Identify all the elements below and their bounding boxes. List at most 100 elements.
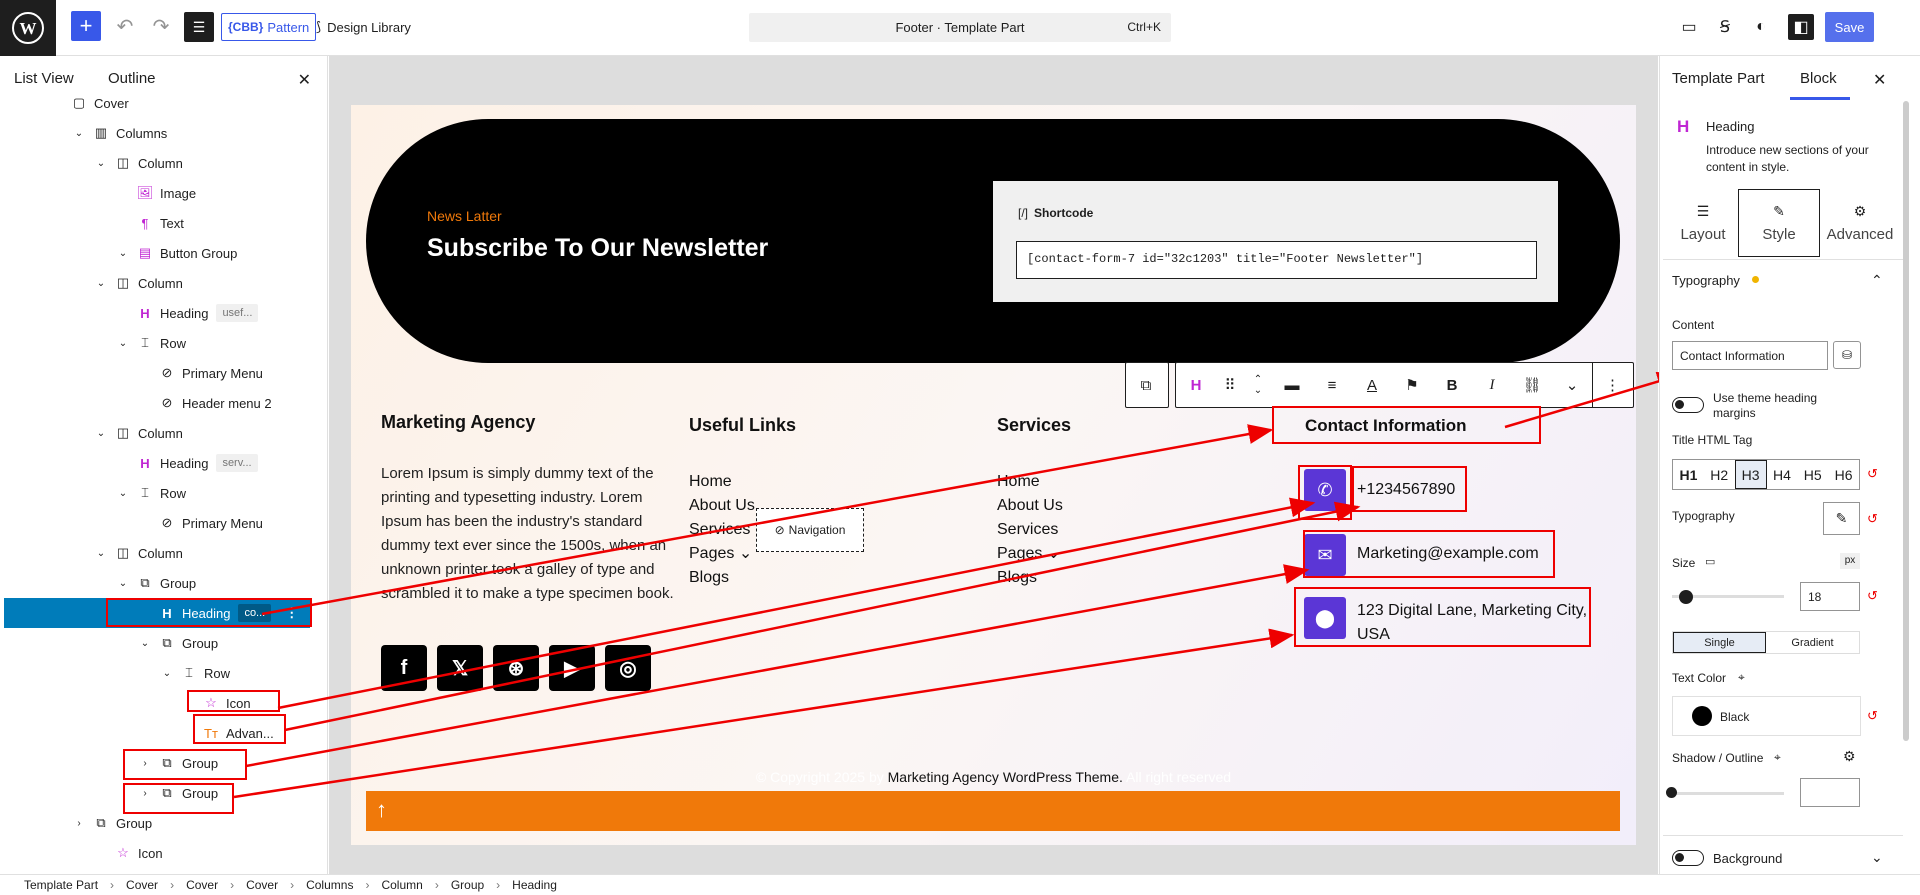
tree-item[interactable]: ☆ Icon (182, 688, 250, 718)
chevron-icon[interactable]: ⌄ (94, 158, 108, 169)
tag-h2[interactable]: H2 (1704, 460, 1735, 489)
breadcrumb-item[interactable]: Columns (306, 878, 353, 892)
chevron-icon[interactable]: › (138, 788, 152, 799)
shadow-slider-thumb[interactable] (1666, 787, 1677, 798)
mode-gradient[interactable]: Gradient (1766, 632, 1859, 653)
email-text[interactable]: Marketing@example.com (1357, 545, 1539, 563)
panel-scrollbar[interactable] (1903, 101, 1909, 741)
tab-template-part[interactable]: Template Part (1672, 70, 1765, 87)
breadcrumb-item[interactable]: Cover (246, 878, 278, 892)
phone-text[interactable]: +1234567890 (1357, 481, 1455, 499)
text-align-icon[interactable]: ≡ (1312, 363, 1352, 407)
save-button[interactable]: Save (1825, 12, 1874, 42)
parent-select-button[interactable]: ⧉ (1125, 362, 1169, 408)
tree-item[interactable]: ⌄ ⧉ Group (116, 568, 196, 598)
shortcode-input[interactable]: [contact-form-7 id="32c1203" title="Foot… (1016, 241, 1537, 279)
tree-item[interactable]: ⌄ ⌶ Row (160, 658, 230, 688)
x-twitter-icon[interactable]: 𝕏 (437, 645, 483, 691)
unit-selector[interactable]: px (1840, 553, 1860, 569)
breadcrumb-item[interactable]: Cover (186, 878, 218, 892)
location-pin-icon[interactable]: ⬤ (1304, 597, 1346, 639)
flag-icon[interactable]: ⚑ (1392, 363, 1432, 407)
phone-icon[interactable]: ✆ (1304, 469, 1346, 511)
tree-item[interactable]: Tт Advan... (182, 718, 274, 748)
tab-outline[interactable]: Outline (108, 70, 156, 87)
chevron-icon[interactable]: ⌄ (138, 638, 152, 649)
tag-h1[interactable]: H1 (1673, 460, 1704, 489)
col1-text[interactable]: Lorem Ipsum is simply dummy text of the … (381, 462, 681, 606)
tree-item[interactable]: ▢ Cover (50, 88, 129, 118)
address-text[interactable]: 123 Digital Lane, Marketing City, USA (1357, 599, 1597, 647)
chevron-icon[interactable]: ⌄ (94, 428, 108, 439)
tree-item[interactable]: › ⧉ Group (138, 778, 218, 808)
italic-icon[interactable]: I (1472, 363, 1512, 407)
size-slider-thumb[interactable] (1679, 590, 1693, 604)
tag-h4[interactable]: H4 (1767, 460, 1798, 489)
tab-list-view[interactable]: List View (14, 70, 74, 87)
tag-h3[interactable]: H3 (1734, 460, 1767, 489)
tab-block[interactable]: Block (1800, 70, 1837, 87)
settings-sidebar-icon[interactable]: ◧ (1788, 14, 1814, 40)
document-title-bar[interactable]: Footer · Template Part Ctrl+K (749, 13, 1171, 42)
align-wide-icon[interactable]: ▬ (1272, 363, 1312, 407)
chevron-icon[interactable]: ⌄ (116, 578, 130, 589)
tree-item[interactable]: ⌄ ⧉ Group (138, 628, 218, 658)
tree-item[interactable]: ⌄ ◫ Column (94, 148, 183, 178)
preview-device-icon[interactable]: ▭ (1676, 14, 1702, 40)
reset-icon[interactable]: ↺ (1867, 588, 1878, 604)
back-to-top-bar[interactable] (366, 791, 1620, 831)
services-menu[interactable]: Home About Us Services Pages ⌄ Blogs (997, 470, 1063, 590)
youtube-icon[interactable]: ▶ (549, 645, 595, 691)
tab-advanced[interactable]: ⚙ Advanced (1820, 189, 1900, 257)
tree-item[interactable]: ¶ Text (116, 208, 184, 238)
tree-item[interactable]: ⊘ Primary Menu (138, 508, 263, 538)
arrow-up-icon[interactable]: ↑ (376, 797, 387, 823)
tree-item[interactable]: H Heading co... ⋮ (138, 598, 298, 628)
options-menu-icon[interactable]: ⋮ (1592, 363, 1632, 407)
chevron-up-icon[interactable]: ⌃ (1871, 272, 1883, 289)
menu-link[interactable]: Pages ⌄ (689, 542, 755, 566)
copyright-link[interactable]: Marketing Agency WordPress Theme. (888, 769, 1123, 785)
mode-single[interactable]: Single (1673, 632, 1767, 653)
chevron-icon[interactable]: ⌄ (72, 128, 86, 139)
tree-item[interactable]: ⊘ Primary Menu (138, 358, 263, 388)
breadcrumb-item[interactable]: Group (451, 878, 484, 892)
add-block-button[interactable]: + (71, 11, 101, 41)
style-contrast-icon[interactable]: ◐ (1748, 14, 1774, 40)
chevron-icon[interactable]: ⌄ (94, 548, 108, 559)
menu-link[interactable]: About Us (689, 494, 755, 518)
chevron-icon[interactable]: › (72, 818, 86, 829)
tag-h5[interactable]: H5 (1797, 460, 1828, 489)
tree-item[interactable]: › ⧉ Group (72, 808, 152, 838)
drag-handle-icon[interactable]: ⠿ (1216, 363, 1244, 407)
move-up-down-icon[interactable]: ⌃ ⌄ (1244, 363, 1272, 407)
gear-icon[interactable]: ⚙ (1843, 748, 1856, 765)
tree-item[interactable]: ⌄ ▤ Button Group (116, 238, 238, 268)
background-toggle[interactable] (1672, 850, 1704, 866)
col2-heading[interactable]: Useful Links (689, 415, 796, 436)
newsletter-title[interactable]: Subscribe To Our Newsletter (427, 234, 768, 263)
copyright-text[interactable]: © Copyright 2025 by Marketing Agency Wor… (351, 769, 1636, 785)
mail-icon[interactable]: ✉ (1304, 534, 1346, 576)
tab-layout[interactable]: ☰ Layout (1668, 189, 1738, 257)
breadcrumb-item[interactable]: Template Part (24, 878, 98, 892)
tree-item[interactable]: H Heading serv... (116, 448, 258, 478)
reset-icon[interactable]: ↺ (1867, 708, 1878, 724)
bold-icon[interactable]: B (1432, 363, 1472, 407)
more-formats-chevron-down-icon[interactable]: ⌄ (1552, 363, 1592, 407)
menu-link[interactable]: Blogs (689, 566, 755, 590)
contact-heading[interactable]: Contact Information (1305, 416, 1467, 436)
wordpress-logo-icon[interactable]: W (0, 0, 56, 56)
instagram-icon[interactable]: ◎ (605, 645, 651, 691)
tree-item[interactable]: ⌄ ◫ Column (94, 538, 183, 568)
theme-margins-toggle[interactable] (1672, 397, 1704, 413)
reset-icon[interactable]: ↺ (1867, 466, 1878, 482)
desktop-device-icon[interactable]: ▭ (1705, 555, 1715, 568)
chevron-icon[interactable]: › (138, 758, 152, 769)
heading-block-icon[interactable]: H (1176, 363, 1216, 407)
menu-link[interactable]: Pages ⌄ (997, 542, 1063, 566)
chevron-down-icon[interactable]: ⌄ (1871, 849, 1883, 866)
chevron-icon[interactable]: ⌄ (160, 668, 174, 679)
dribbble-icon[interactable]: ⊛ (493, 645, 539, 691)
options-menu-icon[interactable]: ⋮ (285, 605, 298, 621)
